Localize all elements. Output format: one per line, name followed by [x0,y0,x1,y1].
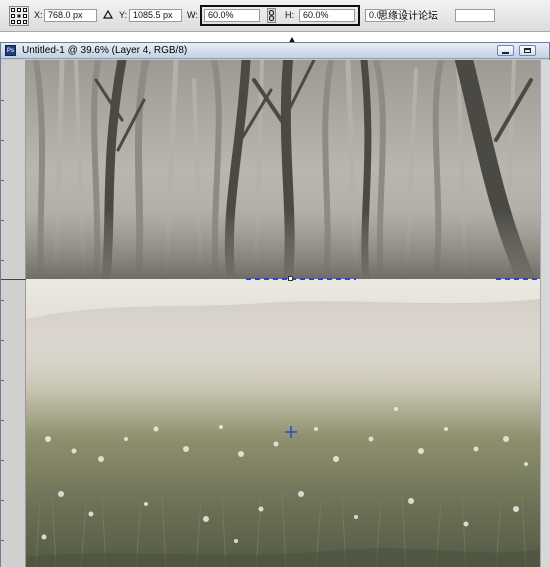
x-position-field[interactable]: 768.0 px [44,9,97,22]
minimize-button[interactable] [497,45,514,56]
skew-field[interactable] [455,9,495,22]
document-title: Untitled-1 @ 39.6% (Layer 4, RGB/8) [22,45,188,56]
y-position-field[interactable]: 1085.5 px [129,9,182,22]
selection-marquee [246,278,356,280]
photoshop-app-icon: Ps [5,45,16,56]
vertical-ruler [1,60,26,567]
maximize-icon [524,48,531,53]
maximize-button[interactable] [519,45,536,56]
selection-marquee-right [496,278,540,280]
tutorial-highlight-box [200,5,360,26]
document-window: Ps Untitled-1 @ 39.6% (Layer 4, RGB/8) [0,42,550,567]
site-watermark: 思缘设计论坛 [378,11,438,22]
document-titlebar[interactable]: Ps Untitled-1 @ 39.6% (Layer 4, RGB/8) [1,43,549,59]
ruler-guide-mark [1,279,26,280]
canvas-area[interactable] [26,60,540,567]
misty-meadow-image [26,279,540,567]
x-label: X: [34,10,43,20]
crosshair-cursor-icon [285,426,297,438]
options-bar: X: 768.0 px Y: 1085.5 px W: 60.0% H: 60.… [0,0,550,32]
delta-triangle-icon[interactable] [103,10,113,19]
w-label: W: [187,10,198,20]
minimize-icon [502,52,509,54]
y-label: Y: [119,10,128,20]
vertical-scrollbar[interactable] [540,60,550,567]
foggy-forest-image [26,60,540,279]
reference-point-grid-icon[interactable] [9,6,29,26]
transform-handle-top[interactable] [288,276,293,281]
